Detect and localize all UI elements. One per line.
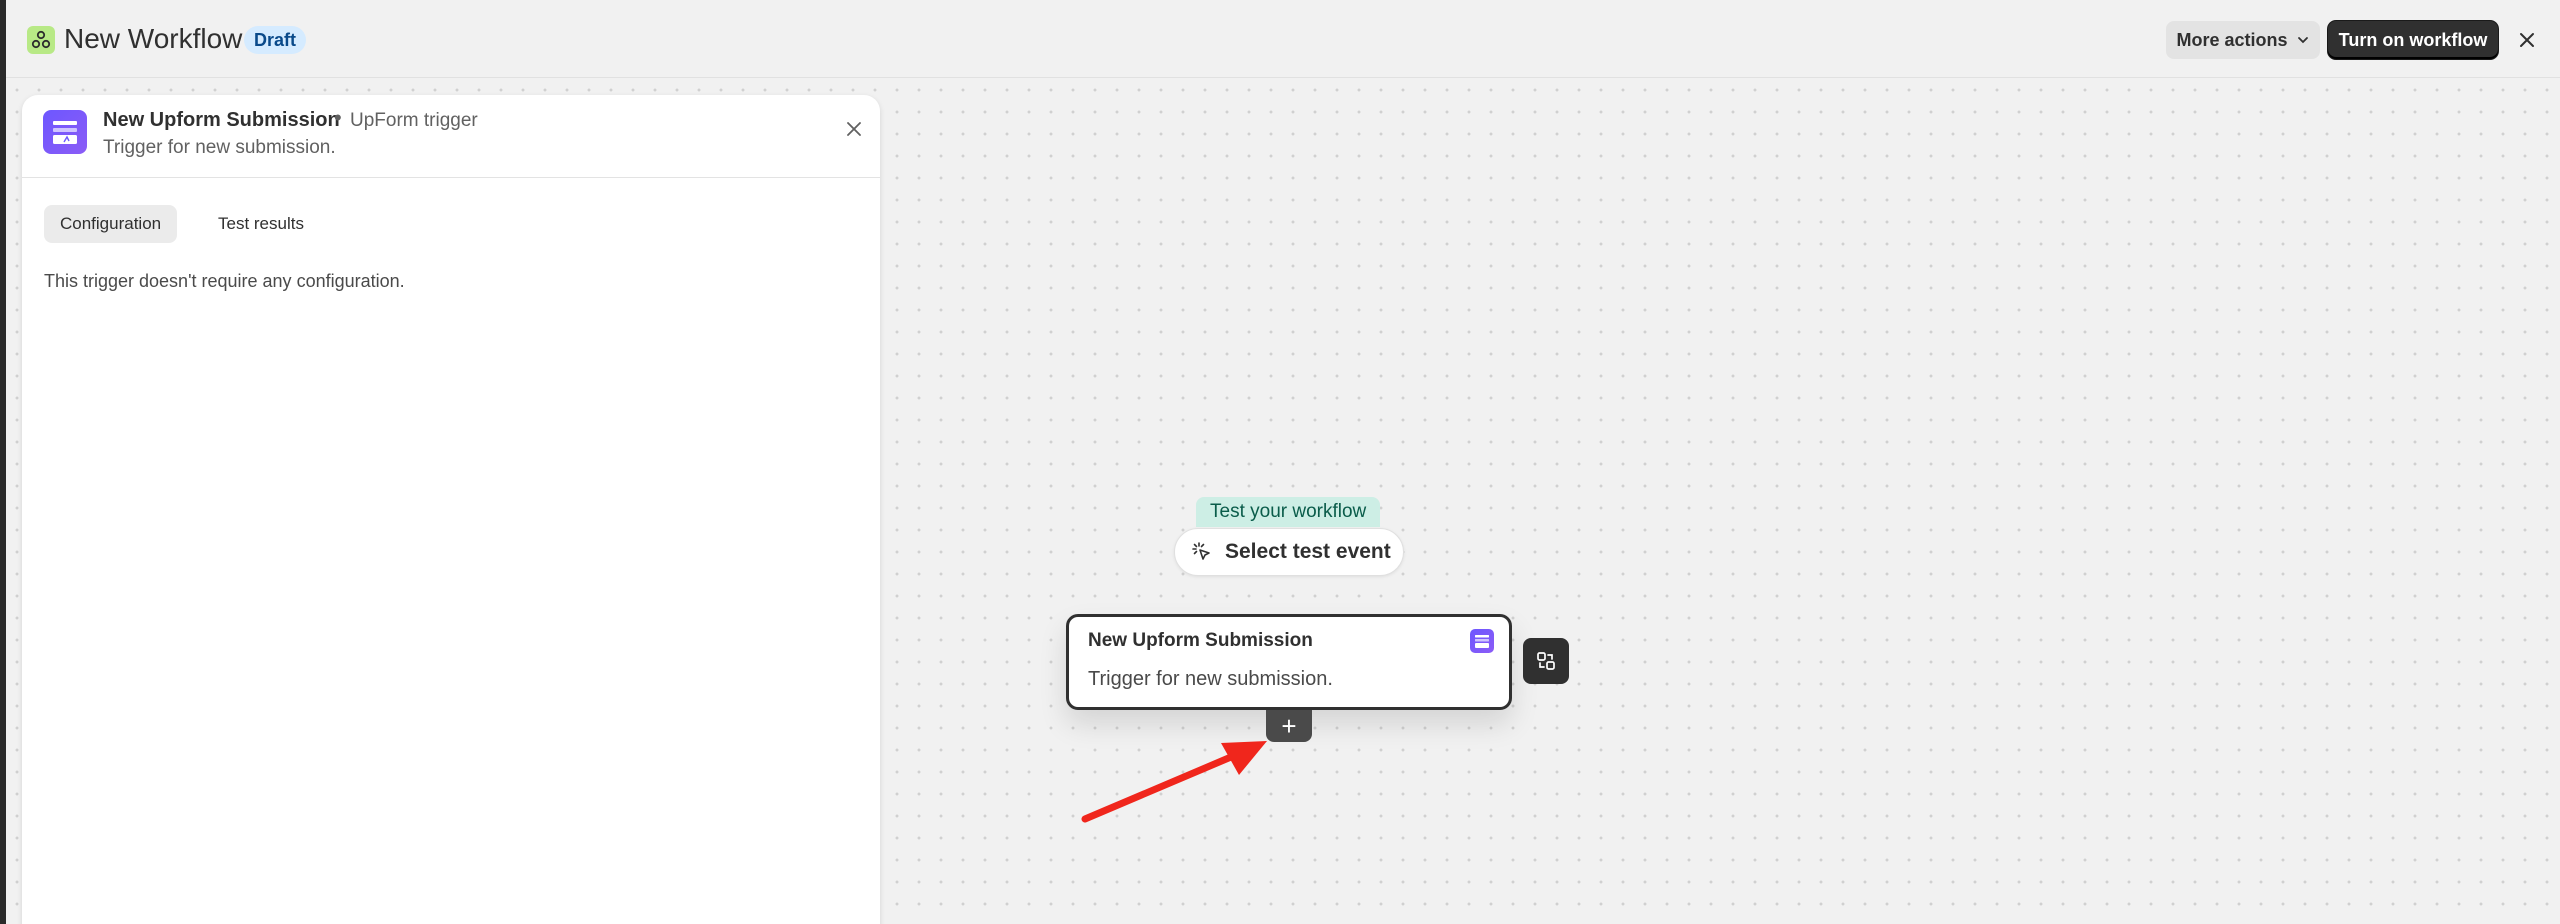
upform-app-icon [43,110,87,154]
panel-subtitle: UpForm trigger [350,110,478,131]
more-actions-label: More actions [2176,29,2288,50]
tab-configuration[interactable]: Configuration [44,205,178,243]
more-actions-button[interactable]: More actions [2166,21,2320,59]
select-test-event-button[interactable]: Select test event [1174,528,1404,576]
app-window: New Workflow Draft More actions Turn on … [6,0,2560,924]
title-separator: • [334,105,342,130]
panel-description: Trigger for new submission. [103,137,336,158]
panel-title: New Upform Submission [103,109,340,131]
annotation-arrow [1081,741,1267,823]
close-icon[interactable] [2514,27,2540,53]
tab-test-results[interactable]: Test results [202,205,320,243]
upform-app-icon [1470,629,1494,653]
swap-icon[interactable] [1523,638,1569,684]
add-step-button[interactable]: + [1266,710,1312,742]
page-title: New Workflow [64,23,243,54]
trigger-node[interactable]: New Upform Submission Trigger for new su… [1066,614,1512,710]
status-badge: Draft [244,26,307,54]
workflow-logo-icon [27,26,55,54]
node-title: New Upform Submission [1088,630,1313,651]
trigger-panel: New Upform Submission • UpForm trigger T… [22,95,880,924]
close-icon[interactable] [840,115,868,143]
select-test-event-label: Select test event [1225,540,1391,563]
configuration-message: This trigger doesn't require any configu… [44,271,405,291]
panel-header: New Upform Submission • UpForm trigger T… [22,95,880,178]
test-workflow-label: Test your workflow [1196,497,1381,527]
turn-on-workflow-button[interactable]: Turn on workflow [2328,21,2498,59]
pointer-click-icon [1192,542,1210,560]
top-bar: New Workflow Draft More actions Turn on … [6,0,2560,78]
node-description: Trigger for new submission. [1088,668,1333,690]
chevron-down-icon [2297,37,2308,44]
